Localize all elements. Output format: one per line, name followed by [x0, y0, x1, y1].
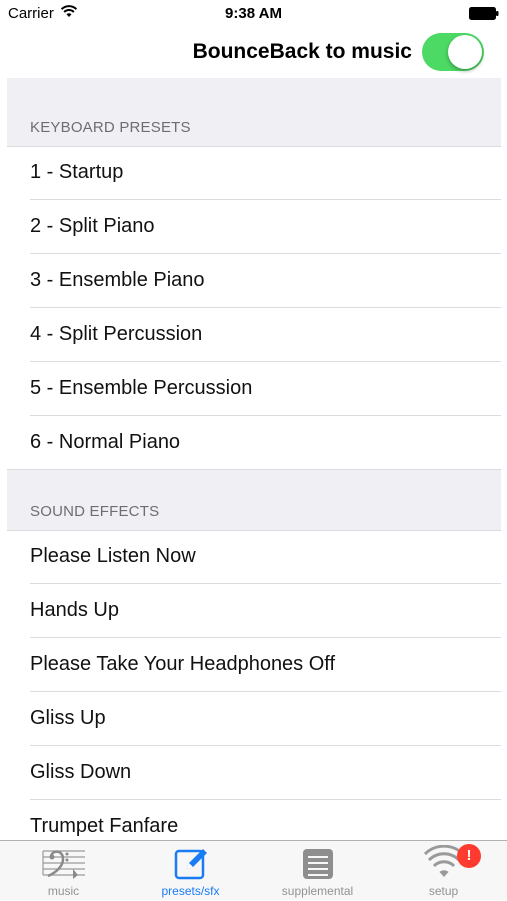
list-item[interactable]: 3 - Ensemble Piano [7, 254, 501, 308]
section-title: KEYBOARD PRESETS [30, 119, 191, 136]
list-item-label: 6 - Normal Piano [30, 431, 181, 453]
clock-time: 9:38 AM [225, 5, 282, 22]
battery-icon [469, 7, 499, 20]
tab-bar: music presets/sfx supplemental setup [0, 840, 507, 900]
tab-presets-sfx[interactable]: presets/sfx [127, 841, 254, 901]
tab-label: presets/sfx [161, 884, 220, 898]
list-item[interactable]: Gliss Down [7, 746, 501, 800]
list-item-label: Trumpet Fanfare [30, 815, 179, 837]
notification-badge: ! [457, 844, 481, 868]
tab-supplemental[interactable]: supplemental [254, 841, 381, 901]
list-item[interactable]: 2 - Split Piano [7, 200, 501, 254]
bounceback-label: BounceBack to music [192, 40, 412, 63]
list-icon [300, 845, 336, 886]
bounceback-toggle-row: BounceBack to music [0, 28, 507, 78]
section-header-sound-effects: SOUND EFFECTS [7, 470, 501, 530]
list-item[interactable]: 6 - Normal Piano [7, 416, 501, 470]
tab-label: music [47, 884, 80, 898]
bounceback-switch[interactable] [422, 33, 484, 71]
switch-knob [448, 35, 482, 69]
list-item-label: Gliss Down [30, 761, 132, 783]
list-item[interactable]: Please Take Your Headphones Off [7, 638, 501, 692]
tab-setup[interactable]: setup [380, 841, 507, 901]
list-item-label: 5 - Ensemble Percussion [30, 377, 253, 399]
list-item-label: Gliss Up [30, 707, 106, 729]
list-item[interactable]: Hands Up [7, 584, 501, 638]
list-item-label: 3 - Ensemble Piano [30, 269, 205, 291]
presets-list: KEYBOARD PRESETS 1 - Startup 2 - Split P… [7, 78, 501, 854]
list-item[interactable]: Please Listen Now [7, 530, 501, 584]
status-bar: Carrier 9:38 AM [0, 0, 507, 28]
list-item[interactable]: 5 - Ensemble Percussion [7, 362, 501, 416]
list-item-label: Hands Up [30, 599, 119, 621]
list-item-label: 1 - Startup [30, 161, 124, 183]
tab-music[interactable]: music [0, 841, 127, 901]
tab-label: supplemental [281, 884, 354, 898]
list-item[interactable]: Gliss Up [7, 692, 501, 746]
list-item[interactable]: 4 - Split Percussion [7, 308, 501, 362]
bass-clef-staff-icon [41, 845, 87, 886]
list-item-label: Please Listen Now [30, 545, 196, 567]
list-item[interactable]: 1 - Startup [7, 146, 501, 200]
tab-label: setup [428, 884, 459, 898]
section-header-keyboard-presets: KEYBOARD PRESETS [7, 78, 501, 146]
list-item-label: Please Take Your Headphones Off [30, 653, 336, 675]
section-title: SOUND EFFECTS [30, 503, 160, 520]
compose-icon [173, 845, 209, 886]
list-item-label: 4 - Split Percussion [30, 323, 203, 345]
list-item-label: 2 - Split Piano [30, 215, 155, 237]
